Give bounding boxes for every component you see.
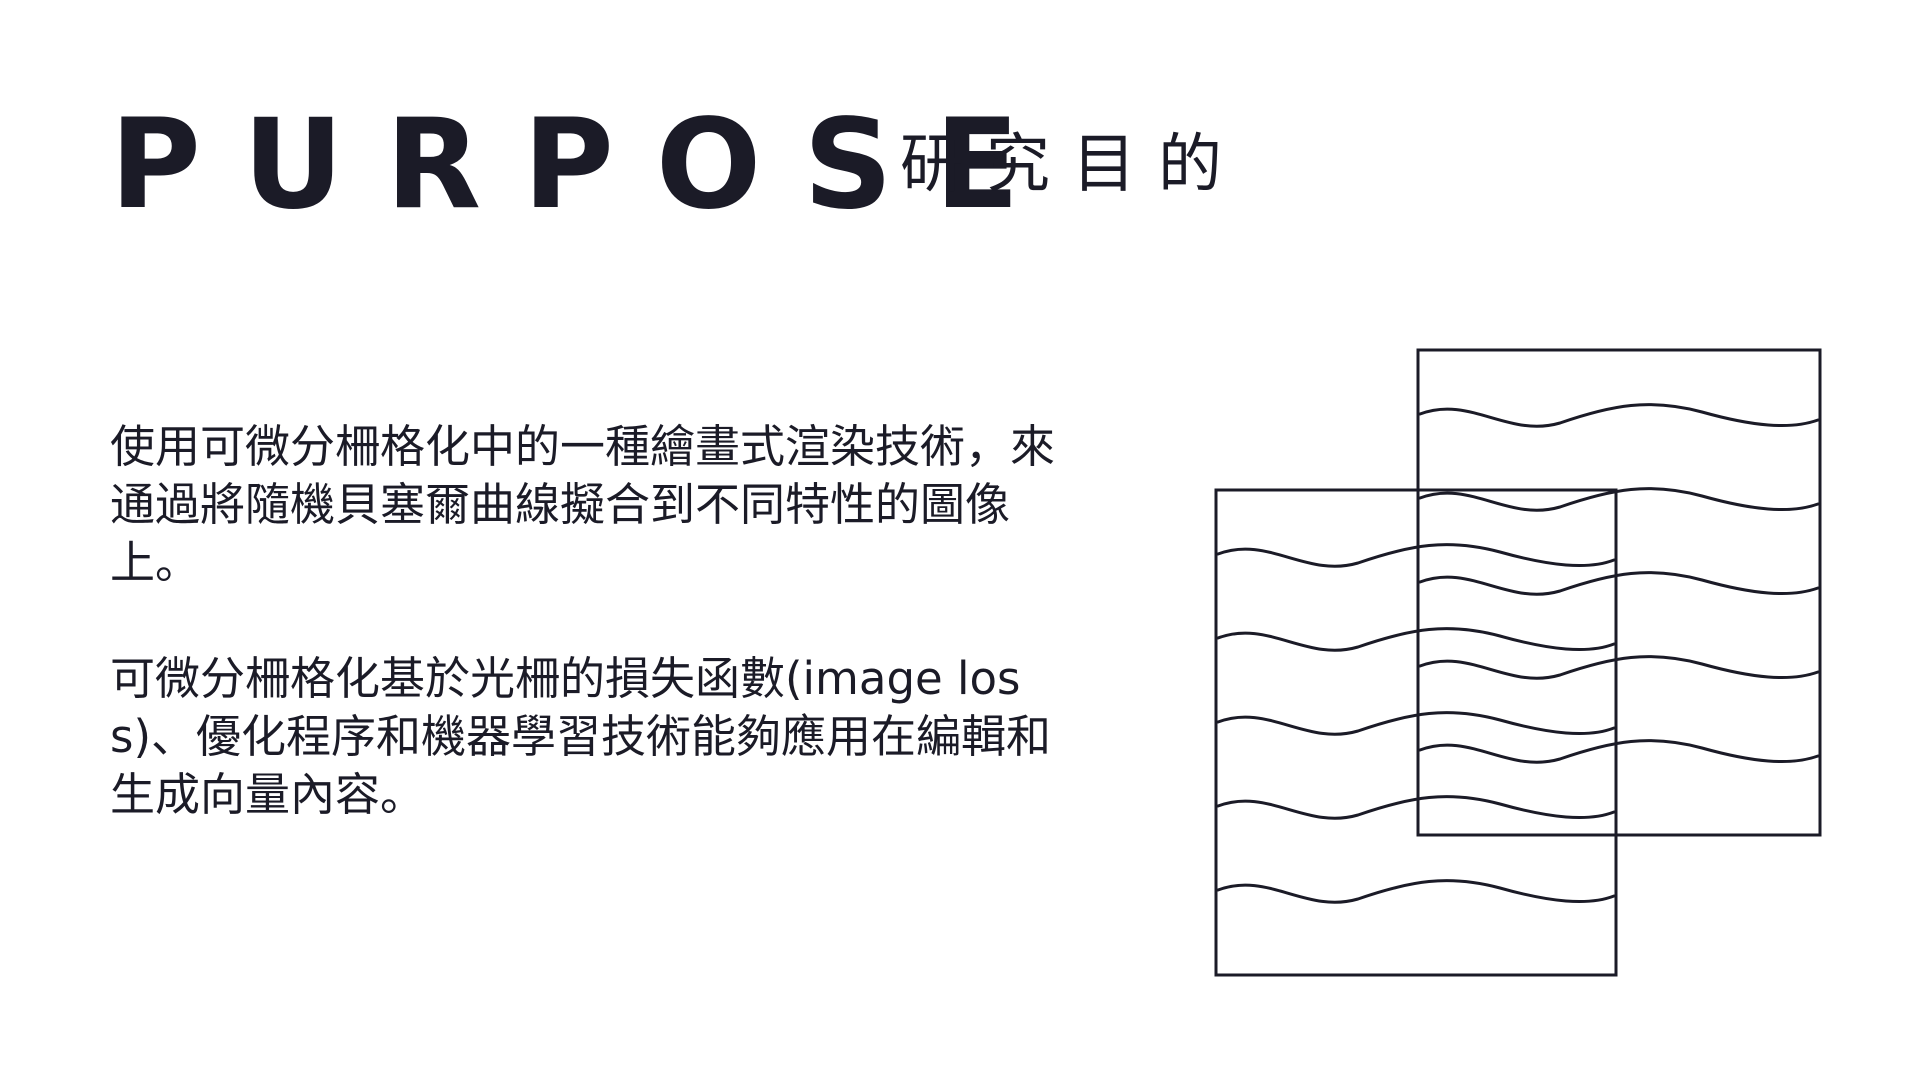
overlapping-wavy-line-sheets-icon: [1214, 348, 1822, 977]
slide: PURPOSE 研究目的 使用可微分柵格化中的一種繪畫式渲染技術，來通過將隨機貝…: [0, 0, 1920, 1080]
front-sheet-waves: [1216, 543, 1616, 904]
back-sheet-waves: [1418, 403, 1820, 764]
